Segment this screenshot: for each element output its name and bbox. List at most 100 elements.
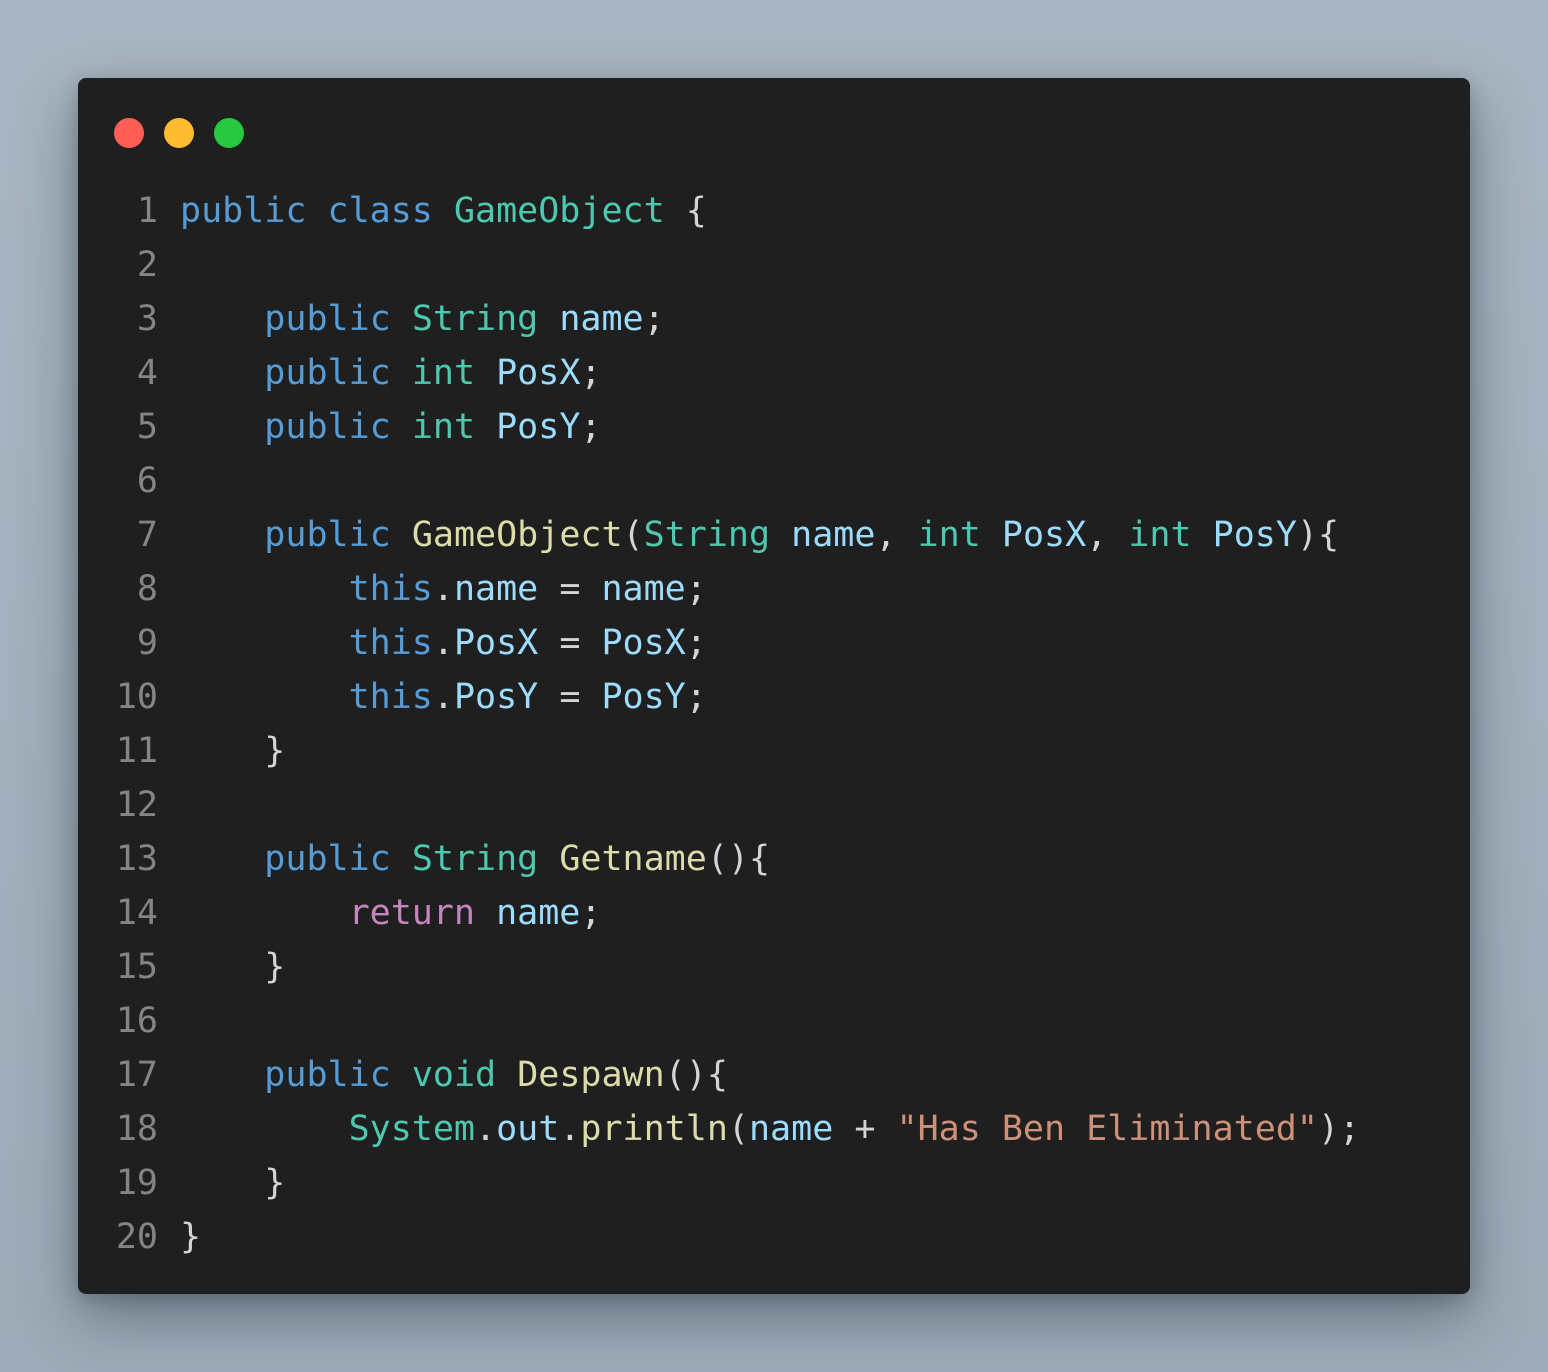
line-source: public GameObject(String name, int PosX,… [180, 508, 1339, 562]
code-token: println [580, 1109, 728, 1149]
code-line: 7 public GameObject(String name, int Pos… [78, 508, 1470, 562]
line-source: System.out.println(name + "Has Ben Elimi… [180, 1102, 1361, 1156]
code-token: return [348, 893, 476, 933]
code-line: 18 System.out.println(name + "Has Ben El… [78, 1102, 1470, 1156]
line-source: public String Getname(){ [180, 832, 770, 886]
line-source: } [180, 940, 285, 994]
line-source: } [180, 1210, 201, 1264]
zoom-button[interactable] [214, 118, 244, 148]
code-token: System [348, 1109, 476, 1149]
code-token: public [264, 407, 391, 447]
code-token: , [1086, 515, 1129, 555]
code-token: int [411, 353, 476, 393]
code-token: name [496, 893, 581, 933]
close-button[interactable] [114, 118, 144, 148]
code-token: . [559, 1109, 581, 1149]
code-token: ; [643, 299, 665, 339]
code-token: GameObject [453, 191, 665, 231]
line-number: 4 [136, 353, 158, 393]
line-number: 17 [115, 1055, 158, 1095]
line-number: 7 [136, 515, 158, 555]
code-line: 17 public void Despawn(){ [78, 1048, 1470, 1102]
code-line: 12 [78, 778, 1470, 832]
line-source: public int PosY; [180, 400, 601, 454]
code-token: . [432, 569, 454, 609]
line-number: 12 [115, 785, 158, 825]
code-line: 20} [78, 1210, 1470, 1264]
code-editor[interactable]: 1 public class GameObject {2 3 public Stri… [78, 184, 1470, 1264]
code-line: 19 } [78, 1156, 1470, 1210]
code-token: name [601, 569, 686, 609]
code-token: ; [580, 407, 602, 447]
code-token: public [264, 299, 391, 339]
code-line: 15 } [78, 940, 1470, 994]
code-token: this [348, 569, 433, 609]
line-number: 13 [115, 839, 158, 879]
line-number: 20 [115, 1217, 158, 1257]
minimize-button[interactable] [164, 118, 194, 148]
line-number: 19 [115, 1163, 158, 1203]
code-line: 3 public String name; [78, 292, 1470, 346]
code-token: ; [580, 893, 602, 933]
code-token: Despawn [517, 1055, 665, 1095]
code-token: ; [685, 677, 707, 717]
code-token: int [411, 407, 476, 447]
code-token: String [643, 515, 771, 555]
line-number: 14 [115, 893, 158, 933]
code-token: PosY [453, 677, 539, 717]
line-number: 2 [136, 245, 158, 285]
code-line: 9 this.PosX = PosX; [78, 616, 1470, 670]
line-source: this.PosY = PosY; [180, 670, 707, 724]
code-line: 2 [78, 238, 1470, 292]
code-line: 13 public String Getname(){ [78, 832, 1470, 886]
line-number: 8 [136, 569, 158, 609]
code-token: = [538, 569, 602, 609]
code-token: ; [685, 569, 707, 609]
line-number: 15 [115, 947, 158, 987]
code-token: PosX [601, 623, 686, 663]
code-token: ; [685, 623, 707, 663]
code-line: 11 } [78, 724, 1470, 778]
line-number: 5 [136, 407, 158, 447]
code-token: public [264, 839, 391, 879]
code-line: 14 return name; [78, 886, 1470, 940]
code-token: void [411, 1055, 497, 1095]
code-token: name [453, 569, 539, 609]
code-line: 8 this.name = name; [78, 562, 1470, 616]
code-token: public [264, 515, 391, 555]
code-token: = [538, 623, 602, 663]
line-number: 16 [115, 1001, 158, 1041]
code-token: class [327, 191, 433, 231]
line-source: public class GameObject { [180, 184, 707, 238]
code-token: } [180, 1217, 202, 1257]
code-token: this [348, 677, 433, 717]
code-token: ; [580, 353, 602, 393]
code-token: PosY [1212, 515, 1297, 555]
window-controls [114, 118, 244, 148]
code-token: int [917, 515, 981, 555]
code-token: + [833, 1109, 897, 1149]
code-line: 6 [78, 454, 1470, 508]
code-token: Getname [559, 839, 707, 879]
code-token: ){ [1296, 515, 1340, 555]
code-token: public [264, 353, 391, 393]
line-source: public int PosX; [180, 346, 601, 400]
